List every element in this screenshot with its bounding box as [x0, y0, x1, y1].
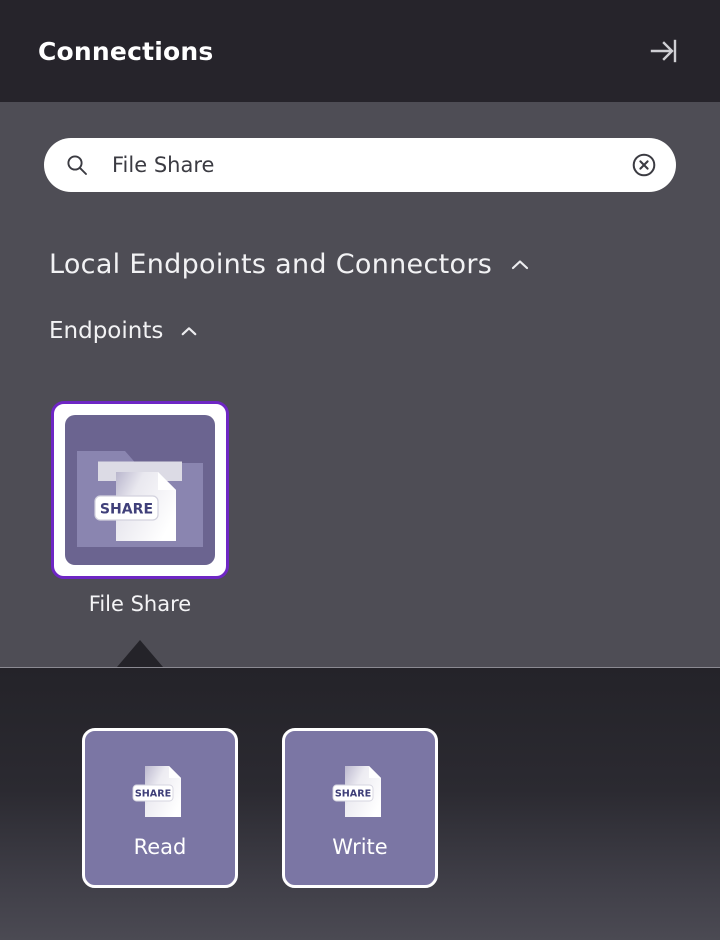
svg-text:SHARE: SHARE [135, 789, 171, 800]
collapse-panel-button[interactable] [642, 29, 686, 73]
panel-header: Connections [0, 0, 720, 102]
action-card-write[interactable]: SHARE Write [282, 728, 438, 888]
section-local-endpoints-and-connectors[interactable]: Local Endpoints and Connectors [49, 249, 530, 280]
action-card-label: Write [332, 835, 388, 859]
selection-caret [117, 640, 163, 667]
chevron-up-icon[interactable] [179, 321, 199, 341]
endpoint-tile-label: File Share [88, 592, 192, 616]
file-share-folder-icon: SHARE [65, 415, 215, 565]
search-icon [64, 152, 90, 178]
action-card-read[interactable]: SHARE Read [82, 728, 238, 888]
connections-panel: Connections File Share Local Endpoints a… [0, 0, 720, 940]
action-card-label: Read [133, 835, 187, 859]
clear-search-icon[interactable] [630, 151, 658, 179]
section-endpoints[interactable]: Endpoints [49, 318, 199, 344]
svg-text:SHARE: SHARE [100, 501, 153, 517]
endpoint-tile-file-share[interactable]: SHARE [51, 401, 229, 579]
connections-body: Local Endpoints and Connectors Endpoints [0, 102, 720, 667]
search-bar[interactable] [44, 138, 676, 192]
arrow-to-right-bar-icon [650, 39, 677, 63]
section-label: Local Endpoints and Connectors [49, 249, 493, 280]
file-share-document-icon: SHARE [327, 759, 393, 825]
chevron-up-icon[interactable] [510, 255, 530, 275]
file-share-document-icon: SHARE [127, 759, 193, 825]
page-title: Connections [38, 36, 214, 66]
svg-text:SHARE: SHARE [335, 789, 371, 800]
section-label: Endpoints [49, 318, 164, 344]
search-input[interactable] [112, 153, 630, 177]
